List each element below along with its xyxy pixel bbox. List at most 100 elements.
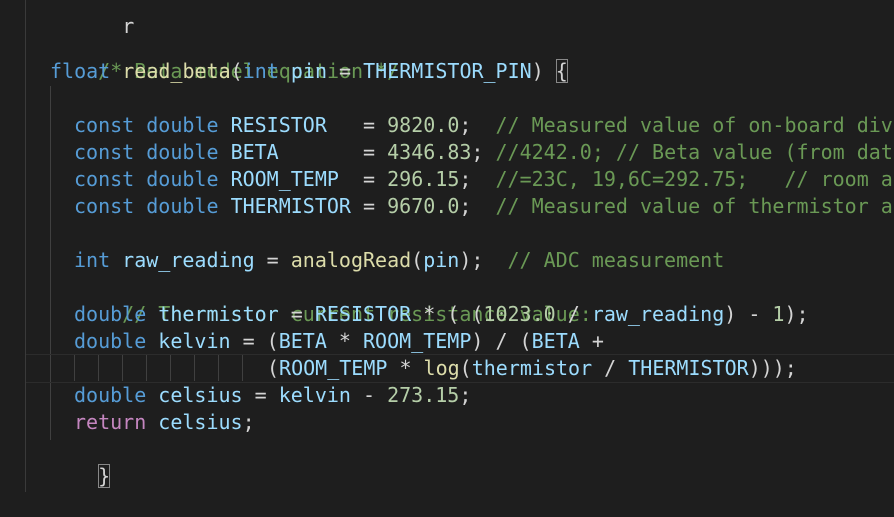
semicolon: ; bbox=[471, 140, 495, 164]
tab-marker bbox=[74, 355, 75, 381]
keyword-double: double bbox=[74, 383, 146, 407]
keyword-double: double bbox=[146, 167, 218, 191]
tab-marker bbox=[122, 355, 123, 381]
code-line-close-brace: } bbox=[50, 436, 110, 463]
param-name: pin bbox=[291, 59, 327, 83]
keyword-const: const bbox=[74, 167, 134, 191]
keyword-double: double bbox=[74, 302, 146, 326]
open-paren: ( bbox=[231, 59, 243, 83]
code-line-partial: r bbox=[50, 0, 339, 13]
operator: / bbox=[556, 302, 592, 326]
semicolon: ; bbox=[459, 383, 471, 407]
const-value: 296.15 bbox=[387, 167, 459, 191]
tab-marker bbox=[242, 355, 243, 381]
const-name: THERMISTOR bbox=[231, 194, 351, 218]
tab-marker bbox=[194, 355, 195, 381]
function-call: analogRead bbox=[291, 248, 411, 272]
semicolon: ; bbox=[243, 410, 255, 434]
semicolon: ; bbox=[459, 194, 495, 218]
code-line-const-beta: const double BETA = 4346.83; //4242.0; /… bbox=[74, 139, 894, 166]
code-line-const-thermistor: const double THERMISTOR = 9670.0; // Mea… bbox=[74, 193, 894, 220]
code-editor[interactable]: r /* Beta model equation */ float read_b… bbox=[0, 0, 894, 492]
keyword-double: double bbox=[146, 113, 218, 137]
assign-op: = ( bbox=[231, 329, 279, 353]
code-line-const-resistor: const double RESISTOR = 9820.0; // Measu… bbox=[74, 112, 893, 139]
tab-marker bbox=[170, 355, 171, 381]
identifier: THERMISTOR bbox=[628, 356, 748, 380]
operator: ) / ( bbox=[471, 329, 531, 353]
statement-end: ))); bbox=[749, 356, 797, 380]
assign-op: = bbox=[351, 194, 387, 218]
assign-op: = bbox=[279, 302, 315, 326]
operator: * bbox=[327, 329, 363, 353]
operator: + bbox=[580, 329, 604, 353]
variable-name: kelvin bbox=[158, 329, 230, 353]
const-value: 9670.0 bbox=[387, 194, 459, 218]
code-line-raw-reading: int raw_reading = analogRead(pin); // AD… bbox=[74, 247, 724, 274]
call-close: ); bbox=[459, 248, 507, 272]
operator: * ( ( bbox=[411, 302, 483, 326]
open-brace-highlight: { bbox=[556, 59, 568, 83]
indent-guide-body bbox=[50, 86, 51, 440]
assign-op: = bbox=[243, 383, 279, 407]
assign-op: = bbox=[351, 113, 387, 137]
line-comment: // ADC measurement bbox=[508, 248, 725, 272]
code-line-return: return celsius; bbox=[74, 409, 255, 436]
close-brace-highlight: } bbox=[98, 464, 110, 488]
variable-name: thermistor bbox=[158, 302, 278, 326]
const-name: RESISTOR bbox=[231, 113, 351, 137]
code-line-thermistor-comment: // Thermistor current resistance value: bbox=[74, 274, 592, 301]
keyword-const: const bbox=[74, 140, 134, 164]
operator: - bbox=[351, 383, 387, 407]
space bbox=[146, 410, 158, 434]
identifier: BETA bbox=[279, 329, 327, 353]
tab-marker bbox=[146, 355, 147, 381]
code-line-function-signature: float read_beta(int pin = THERMISTOR_PIN… bbox=[50, 58, 568, 85]
variable-name: celsius bbox=[158, 383, 242, 407]
return-type: float bbox=[50, 59, 110, 83]
close-paren: ) bbox=[532, 59, 544, 83]
code-line-const-room-temp: const double ROOM_TEMP = 296.15; //=23C,… bbox=[74, 166, 894, 193]
semicolon: ; bbox=[459, 167, 495, 191]
code-line-thermistor: double thermistor = RESISTOR * ( (1023.0… bbox=[74, 301, 809, 328]
keyword-double: double bbox=[74, 329, 146, 353]
keyword-double: double bbox=[146, 140, 218, 164]
tab-marker bbox=[98, 355, 99, 381]
keyword-const: const bbox=[74, 194, 134, 218]
statement-end: ); bbox=[784, 302, 808, 326]
operator: ) - bbox=[724, 302, 772, 326]
identifier: raw_reading bbox=[592, 302, 724, 326]
param-type: int bbox=[243, 59, 279, 83]
keyword-const: const bbox=[74, 113, 134, 137]
tab-marker bbox=[218, 355, 219, 381]
param-default: THERMISTOR_PIN bbox=[363, 59, 532, 83]
code-line-comment-header: /* Beta model equation */ bbox=[50, 31, 399, 58]
line-comment: // Measured value of thermistor at bbox=[495, 194, 894, 218]
assign-op: = bbox=[351, 167, 387, 191]
keyword-double: double bbox=[146, 194, 218, 218]
keyword-return: return bbox=[74, 410, 146, 434]
identifier: kelvin bbox=[279, 383, 351, 407]
operator: * bbox=[387, 356, 423, 380]
keyword-int: int bbox=[74, 248, 110, 272]
number-literal: 273.15 bbox=[387, 383, 459, 407]
identifier: ROOM_TEMP bbox=[363, 329, 471, 353]
identifier: thermistor bbox=[472, 356, 592, 380]
open-paren: ( bbox=[267, 356, 279, 380]
code-line-kelvin: double kelvin = (BETA * ROOM_TEMP) / (BE… bbox=[74, 328, 604, 355]
identifier: RESISTOR bbox=[315, 302, 411, 326]
argument: pin bbox=[423, 248, 459, 272]
const-value: 4346.83 bbox=[387, 140, 471, 164]
const-name: BETA bbox=[231, 140, 351, 164]
number-literal: 1 bbox=[772, 302, 784, 326]
const-name: ROOM_TEMP bbox=[231, 167, 351, 191]
semicolon: ; bbox=[459, 113, 495, 137]
function-call: log bbox=[424, 356, 460, 380]
assign-op: = bbox=[351, 140, 387, 164]
identifier: BETA bbox=[532, 329, 580, 353]
const-value: 9820.0 bbox=[387, 113, 459, 137]
identifier: ROOM_TEMP bbox=[279, 356, 387, 380]
indent-guide-outer bbox=[25, 0, 26, 492]
function-name: read_beta bbox=[122, 59, 230, 83]
line-comment: //4242.0; // Beta value (from data bbox=[496, 140, 894, 164]
